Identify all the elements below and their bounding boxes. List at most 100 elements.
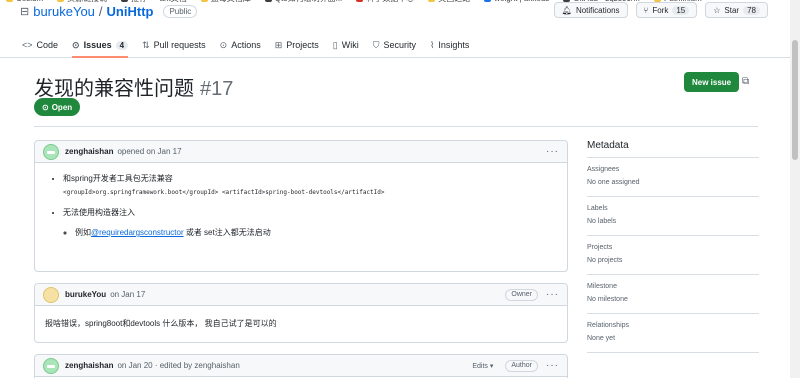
mention-link[interactable]: @requiredargsconstructor (91, 228, 184, 237)
issue-title-text: 发现的兼容性问题 (34, 78, 194, 100)
bookmark-icon (121, 0, 129, 2)
issue-number: #17 (200, 78, 234, 100)
avatar[interactable] (43, 286, 59, 303)
visibility-badge: Public (163, 5, 198, 18)
tab-label: Insights (438, 40, 470, 50)
bookmark-label: 美国之路 (438, 0, 470, 4)
repo-title: ⊟ burukeYou / UniHttp Public (20, 4, 198, 19)
comment-author[interactable]: zenghaishan (65, 147, 113, 156)
avatar[interactable] (43, 143, 59, 160)
tab-label: Wiki (341, 40, 359, 50)
issue-title: 发现的兼容性问题 #17 (34, 72, 233, 101)
fork-icon: ⑂ (643, 5, 649, 15)
fork-button[interactable]: ⑂ Fork 15 (635, 2, 698, 18)
sidebar-label[interactable]: Milestone (587, 283, 759, 290)
sidebar-projects: Projects No projects (587, 236, 759, 275)
sidebar-title: Metadata (587, 140, 759, 158)
issue-state-badge: ⊙ Open (34, 98, 81, 116)
author-badge: Author (505, 359, 538, 372)
sidebar-label[interactable]: Projects (587, 244, 759, 251)
repo-name-link[interactable]: UniHttp (107, 4, 154, 19)
star-count: 78 (743, 5, 760, 15)
play-icon: ⊙ (219, 39, 228, 50)
notifications-label: Notifications (575, 5, 620, 15)
avatar[interactable] (43, 357, 59, 374)
sidebar-value: No labels (587, 218, 617, 225)
sub-item-suffix: 或者 set注入都无法启动 (183, 228, 271, 237)
scrollbar-thumb[interactable] (792, 40, 798, 160)
tab-code[interactable]: <> Code (22, 34, 58, 56)
star-button[interactable]: ☆ Star 78 (705, 2, 768, 18)
comment-author[interactable]: zenghaishan (65, 361, 113, 370)
sidebar-label[interactable]: Assignees (587, 166, 759, 173)
new-issue-button[interactable]: New issue (684, 72, 740, 92)
tab-label: Issues (83, 40, 112, 50)
issue-icon: ⊙ (72, 39, 80, 50)
list-item: 无法使用构造器注入 例如@requiredargsconstructor 或者 … (63, 207, 553, 239)
sidebar-label[interactable]: Labels (587, 205, 759, 212)
notifications-button[interactable]: 🔔︎ Notifications (553, 2, 628, 18)
table-icon: ⊞ (274, 39, 283, 50)
comment-meta: on Jan 17 (110, 290, 146, 299)
tab-issues[interactable]: ⊙ Issues 4 (72, 34, 129, 58)
book-icon: ▯ (332, 39, 338, 50)
repo-owner-link[interactable]: burukeYou (33, 4, 95, 19)
bookmark-icon (484, 0, 492, 2)
bookmark-icon (6, 0, 13, 2)
copy-icon[interactable]: ⧉ (742, 76, 749, 87)
tab-label: Code (36, 40, 59, 50)
tab-label: Security (383, 40, 416, 50)
list-item-text: 和spring开发者工具包无法兼容 (63, 174, 173, 183)
bookmark-label: weight | akkeus (494, 0, 549, 3)
fork-label: Fork (652, 5, 669, 15)
bookmark-icon (264, 0, 272, 2)
comment-header: burukeYou on Jan 17 Owner ··· (35, 284, 567, 306)
bookmark-icon (200, 0, 208, 2)
reply-comment: burukeYou on Jan 17 Owner ··· 报啥错误，sprin… (34, 283, 568, 343)
tab-pull-requests[interactable]: ⇅ Pull requests (142, 34, 206, 56)
pull-request-icon: ⇅ (142, 39, 150, 50)
sidebar-value: No projects (587, 257, 623, 264)
star-icon: ☆ (713, 5, 721, 15)
tab-insights[interactable]: ⌇ Insights (430, 34, 469, 56)
sub-list: 例如@requiredargsconstructor 或者 set注入都无法启动 (63, 227, 553, 239)
chevron-down-icon: ▾ (489, 362, 494, 370)
repo-icon: ⊟ (20, 6, 30, 18)
tab-projects[interactable]: ⊞ Projects (275, 34, 319, 56)
sidebar-value: No one assigned (587, 179, 640, 186)
sidebar-labels: Labels No labels (587, 197, 759, 236)
more-options-icon[interactable]: ··· (546, 289, 559, 300)
tab-label: Projects (286, 40, 319, 50)
bookmark-icon (356, 0, 364, 2)
sidebar-value: None yet (587, 335, 616, 342)
more-options-icon[interactable]: ··· (546, 146, 559, 157)
issue-open-icon: ⊙ (42, 102, 49, 112)
tab-label: Actions (231, 40, 261, 50)
comment-meta: opened on Jan 17 (117, 147, 182, 156)
comment-meta: on Jan 20 · edited by zenghaishan (117, 361, 240, 370)
list-item: 和spring开发者工具包无法兼容 <groupId>org.springfra… (63, 173, 553, 199)
bookmark-label: Cesium (16, 0, 43, 3)
tab-security[interactable]: ⛉ Security (373, 34, 416, 56)
code-icon: <> (22, 40, 33, 50)
tab-wiki[interactable]: ▯ Wiki (333, 34, 359, 56)
sidebar-relationships: Relationships None yet (587, 314, 759, 353)
code-snippet: <groupId>org.springframework.boot</group… (63, 189, 385, 196)
issue-state-label: Open (51, 102, 73, 112)
comment-body: 报啥错误，spring8oot和devtools 什么版本， 我自己试了是可以的 (45, 319, 277, 328)
tab-actions[interactable]: ⊙ Actions (220, 34, 261, 56)
owner-badge: Owner (505, 288, 538, 301)
sub-item-prefix: 例如 (75, 228, 91, 237)
repo-separator: / (98, 4, 103, 19)
bookmark-label: Qt5如何绘制界面... (275, 0, 343, 4)
fork-count: 15 (672, 5, 690, 15)
sidebar-milestone: Milestone No milestone (587, 275, 759, 314)
edits-dropdown[interactable]: Edits ▾ (472, 362, 493, 370)
scrollbar[interactable] (790, 0, 800, 378)
more-options-icon[interactable]: ··· (546, 360, 559, 371)
comment-header: zenghaishan on Jan 20 · edited by zengha… (35, 355, 567, 377)
list-item-text: 无法使用构造器注入 (63, 208, 135, 217)
edits-label: Edits (472, 362, 488, 370)
comment-author[interactable]: burukeYou (65, 290, 106, 299)
sidebar-label[interactable]: Relationships (587, 322, 759, 329)
